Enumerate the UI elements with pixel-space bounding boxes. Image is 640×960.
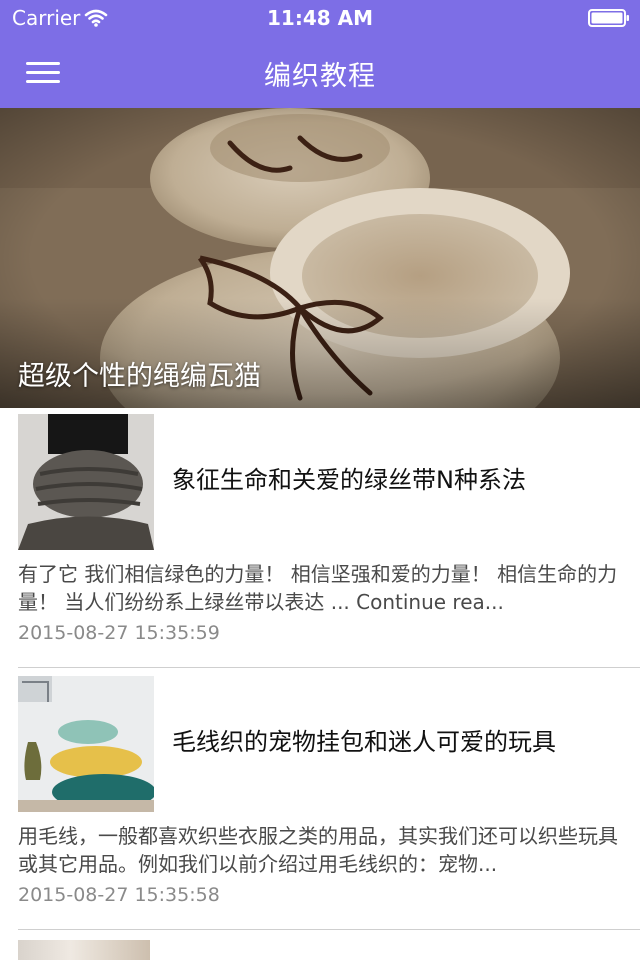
article-summary: 用毛线，一般都喜欢织些衣服之类的用品，其实我们还可以织些玩具或其它用品。例如我们… <box>18 824 618 876</box>
battery-icon <box>588 9 629 27</box>
status-time: 11:48 AM <box>266 6 373 30</box>
article-date: 2015-08-27 15:35:59 <box>18 622 220 644</box>
article-summary: 有了它 我们相信绿色的力量！ 相信坚强和爱的力量！ 相信生命的力量！ 当人们纷纷… <box>18 562 618 614</box>
featured-banner[interactable]: 超级个性的绳编瓦猫 <box>0 108 640 408</box>
navigation-bar: 编织教程 <box>0 36 640 108</box>
divider <box>18 929 640 930</box>
article-thumbnail-partial[interactable] <box>18 940 150 960</box>
featured-title: 超级个性的绳编瓦猫 <box>18 361 261 392</box>
app-header: Carrier 11:48 AM 编织教程 <box>0 0 640 108</box>
article-thumbnail <box>18 414 154 550</box>
article-title: 象征生命和关爱的绿丝带N种系法 <box>172 466 526 494</box>
article-item[interactable]: 毛线织的宠物挂包和迷人可爱的玩具 用毛线，一般都喜欢织些衣服之类的用品，其实我们… <box>0 670 640 932</box>
page-title: 编织教程 <box>264 61 376 92</box>
article-title: 毛线织的宠物挂包和迷人可爱的玩具 <box>172 728 556 756</box>
article-thumbnail <box>18 676 154 812</box>
divider <box>18 667 640 668</box>
status-bar: Carrier 11:48 AM <box>0 0 640 36</box>
article-item[interactable]: 象征生命和关爱的绿丝带N种系法 有了它 我们相信绿色的力量！ 相信坚强和爱的力量… <box>0 408 640 670</box>
article-date: 2015-08-27 15:35:58 <box>18 884 220 906</box>
